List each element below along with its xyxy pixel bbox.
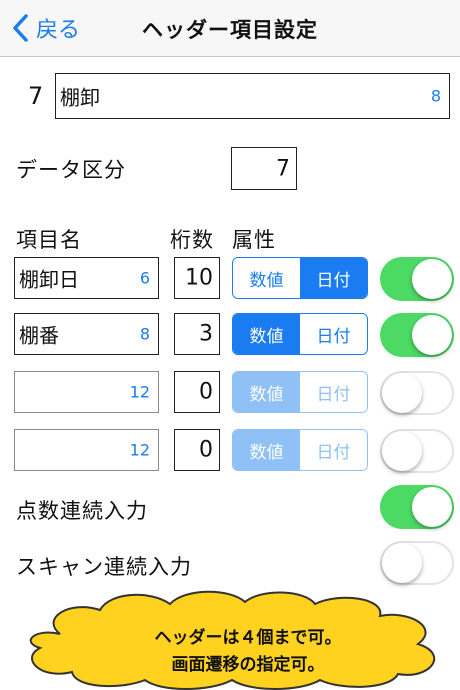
column-header-attribute: 属性: [232, 228, 276, 252]
count-continuous-toggle[interactable]: [380, 485, 454, 529]
item-digits-field[interactable]: 10: [174, 257, 220, 299]
item-enabled-toggle[interactable]: [380, 429, 454, 473]
item-digits-field[interactable]: 0: [174, 429, 220, 471]
callout-line-1: ヘッダーは４個まで可。: [154, 628, 342, 648]
item-name-field[interactable]: 12: [14, 371, 159, 413]
page-title: ヘッダー項目設定: [142, 18, 318, 42]
item-enabled-toggle[interactable]: [380, 313, 454, 357]
scan-continuous-toggle[interactable]: [380, 541, 454, 585]
data-kubun-field[interactable]: 7: [231, 147, 297, 190]
item-name-field[interactable]: 12: [14, 429, 159, 471]
attribute-segmented-control[interactable]: 数値 日付: [232, 313, 368, 355]
header-number: 7: [28, 82, 44, 110]
item-digits-field[interactable]: 3: [174, 313, 220, 355]
item-enabled-toggle[interactable]: [380, 371, 454, 415]
item-digits-value: 3: [199, 321, 213, 347]
header-name-count: 8: [430, 86, 441, 106]
item-name-count: 8: [139, 324, 150, 344]
attribute-option-number[interactable]: 数値: [233, 258, 300, 298]
attribute-option-date[interactable]: 日付: [300, 372, 367, 412]
attribute-option-number[interactable]: 数値: [233, 430, 300, 470]
toggle-knob: [382, 373, 422, 413]
data-kubun-label: データ区分: [16, 158, 126, 182]
toggle-knob: [412, 315, 452, 355]
setting-label-scan-continuous: スキャン連続入力: [16, 555, 192, 579]
navigation-bar: 戻る ヘッダー項目設定: [0, 0, 460, 57]
column-header-item-name: 項目名: [16, 228, 82, 252]
item-name-count: 12: [129, 382, 150, 402]
toggle-knob: [382, 543, 422, 583]
attribute-segmented-control[interactable]: 数値 日付: [232, 257, 368, 299]
callout-line-2: 画面遷移の指定可。: [171, 655, 325, 675]
item-digits-value: 10: [185, 265, 213, 291]
header-name-value: 棚卸: [60, 85, 100, 110]
header-name-field[interactable]: 棚卸 8: [55, 73, 450, 119]
item-digits-field[interactable]: 0: [174, 371, 220, 413]
data-kubun-value: 7: [276, 156, 290, 181]
item-digits-value: 0: [199, 379, 213, 405]
attribute-option-number[interactable]: 数値: [233, 314, 300, 354]
attribute-option-number[interactable]: 数値: [233, 372, 300, 412]
attribute-segmented-control[interactable]: 数値 日付: [232, 429, 368, 471]
item-name-field[interactable]: 棚番 8: [14, 313, 159, 355]
attribute-option-date[interactable]: 日付: [300, 430, 367, 470]
item-name-field[interactable]: 棚卸日 6: [14, 257, 159, 299]
item-name-count: 6: [139, 268, 150, 288]
column-header-digits: 桁数: [170, 228, 214, 252]
item-name-value: 棚番: [19, 323, 59, 348]
item-enabled-toggle[interactable]: [380, 257, 454, 301]
attribute-option-date[interactable]: 日付: [300, 258, 367, 298]
item-name-value: 棚卸日: [19, 267, 79, 292]
toggle-knob: [412, 487, 452, 527]
toggle-knob: [382, 431, 422, 471]
attribute-option-date[interactable]: 日付: [300, 314, 367, 354]
item-name-count: 12: [129, 440, 150, 460]
item-digits-value: 0: [199, 437, 213, 463]
toggle-knob: [412, 259, 452, 299]
setting-label-count-continuous: 点数連続入力: [16, 499, 148, 523]
attribute-segmented-control[interactable]: 数値 日付: [232, 371, 368, 413]
